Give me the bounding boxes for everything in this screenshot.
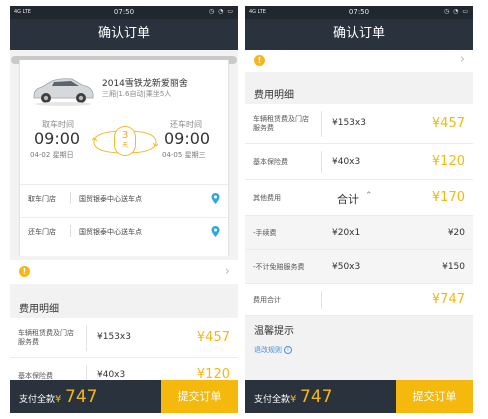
battery-icon: ▭ bbox=[227, 8, 234, 15]
divider bbox=[86, 325, 87, 351]
fee-subrow-waiver: -不计免赔服务费 ¥50x3 ¥150 bbox=[245, 250, 473, 284]
fee-value: 合计 bbox=[337, 193, 359, 206]
submit-order-button[interactable]: 提交订单 bbox=[161, 380, 238, 413]
currency-symbol: ¥ bbox=[55, 394, 62, 405]
pay-label: 支付全款¥ bbox=[19, 392, 61, 405]
wifi-icon: ◔ bbox=[218, 8, 225, 15]
location-pin-icon[interactable] bbox=[211, 226, 220, 237]
fee-amount: ¥457 bbox=[196, 330, 230, 345]
right-phone-screen: 4G LTE 07:50 ◷ ◔ ▭ 确认订单 ! › 费用明细 车辆租赁费及门… bbox=[245, 6, 473, 413]
pay-amount: 747 bbox=[300, 387, 333, 407]
fee-name: 基本保险费 bbox=[253, 158, 288, 166]
warning-icon: ! bbox=[254, 55, 265, 66]
rental-period: 取车时间 09:00 04-02 星期日 3 天 还车时间 09:00 04-0… bbox=[20, 119, 228, 179]
checkout-bar: 支付全款¥ 747 提交订单 bbox=[245, 380, 473, 413]
chevron-right-icon[interactable]: › bbox=[460, 52, 465, 67]
rental-days: 3 bbox=[121, 130, 129, 141]
car-name: 2014雪铁龙新爱丽舍 bbox=[102, 79, 188, 89]
fee-value: ¥50x3 bbox=[332, 262, 361, 272]
return-date: 04-05 星期三 bbox=[162, 151, 206, 159]
return-store-row[interactable]: 还车门店 国贸银泰中心送车点 bbox=[20, 217, 228, 243]
wifi-icon: ◔ bbox=[453, 8, 460, 15]
alarm-icon: ◷ bbox=[443, 8, 451, 15]
fee-name: -不计免赔服务费 bbox=[253, 263, 305, 271]
submit-order-button[interactable]: 提交订单 bbox=[396, 380, 473, 413]
notice-bar[interactable]: ! › bbox=[10, 260, 238, 284]
battery-icon: ▭ bbox=[462, 8, 469, 15]
fee-name: 车辆租赁费及门店服务费 bbox=[253, 115, 309, 132]
rental-days-unit: 天 bbox=[121, 142, 128, 149]
currency-symbol: ¥ bbox=[290, 394, 297, 405]
fee-name: 费用合计 bbox=[253, 296, 281, 304]
car-image bbox=[33, 78, 94, 106]
pickup-time: 09:00 bbox=[34, 129, 81, 148]
notice-bar[interactable]: ! › bbox=[245, 50, 473, 72]
fee-value: ¥40x3 bbox=[97, 370, 126, 380]
fee-section-header: 费用明细 bbox=[10, 292, 238, 318]
divider bbox=[321, 291, 322, 309]
status-time: 07:50 bbox=[113, 8, 135, 16]
chevron-right-icon[interactable]: › bbox=[225, 264, 230, 279]
fee-name: 其他费用 bbox=[253, 194, 281, 202]
pickup-store-label: 取车门店 bbox=[28, 195, 56, 203]
pay-label-text: 支付全款 bbox=[19, 395, 56, 405]
ticket-card: 2014雪铁龙新爱丽舍 三厢|1.6自动|乘坐5人 取车时间 09:00 04-… bbox=[19, 60, 229, 256]
status-icons: ◷ ◔ ▭ bbox=[444, 8, 469, 15]
info-icon: i bbox=[284, 346, 292, 354]
refund-rules-text: 退改规则 bbox=[254, 346, 282, 354]
divider bbox=[70, 225, 71, 237]
return-store-label: 还车门店 bbox=[28, 228, 56, 236]
fee-amount: ¥150 bbox=[442, 262, 465, 272]
car-spec: 三厢|1.6自动|乘坐5人 bbox=[102, 90, 172, 98]
fee-row-rental: 车辆租赁费及门店服务费 ¥153x3 ¥457 bbox=[10, 318, 238, 358]
fee-row-insurance: 基本保险费 ¥40x3 ¥120 bbox=[245, 144, 473, 180]
location-pin-icon[interactable] bbox=[211, 193, 220, 204]
tips-title: 温馨提示 bbox=[254, 326, 294, 337]
fee-value: ¥40x3 bbox=[332, 157, 361, 167]
divider bbox=[70, 192, 71, 204]
pickup-store-value: 国贸银泰中心送车点 bbox=[79, 195, 142, 203]
checkout-bar: 支付全款¥ 747 提交订单 bbox=[10, 380, 238, 413]
fee-amount: ¥20 bbox=[447, 228, 465, 238]
fee-value: ¥20x1 bbox=[332, 228, 361, 238]
fee-section-title: 费用明细 bbox=[19, 304, 59, 315]
fee-amount: ¥457 bbox=[431, 116, 465, 131]
refund-rules-link[interactable]: 退改规则 i bbox=[254, 345, 292, 355]
fee-section-title: 费用明细 bbox=[254, 90, 294, 101]
rental-days-badge: 3 天 bbox=[114, 126, 136, 156]
left-phone-screen: 4G LTE 07:50 ◷ ◔ ▭ 确认订单 2014雪铁龙新爱丽舍 三厢|1… bbox=[10, 6, 238, 413]
pickup-store-row[interactable]: 取车门店 国贸银泰中心送车点 bbox=[20, 184, 228, 210]
status-icons: ◷ ◔ ▭ bbox=[209, 8, 234, 15]
warning-icon: ! bbox=[19, 266, 30, 277]
fee-row-total: 费用合计 ¥747 bbox=[245, 284, 473, 316]
page-title: 确认订单 bbox=[10, 19, 238, 50]
status-time: 07:50 bbox=[348, 8, 370, 16]
fee-amount: ¥120 bbox=[431, 154, 465, 169]
alarm-icon: ◷ bbox=[208, 8, 216, 15]
divider bbox=[321, 151, 322, 173]
fee-value: ¥153x3 bbox=[332, 118, 366, 128]
fee-amount: ¥170 bbox=[431, 190, 465, 205]
fee-amount: ¥747 bbox=[431, 292, 465, 307]
fee-row-rental: 车辆租赁费及门店服务费 ¥153x3 ¥457 bbox=[245, 104, 473, 144]
pickup-date: 04-02 星期日 bbox=[30, 151, 74, 159]
pay-amount: 747 bbox=[65, 387, 98, 407]
divider bbox=[321, 111, 322, 137]
pay-label: 支付全款¥ bbox=[254, 392, 296, 405]
pay-label-text: 支付全款 bbox=[254, 395, 291, 405]
order-summary-card: 2014雪铁龙新爱丽舍 三厢|1.6自动|乘坐5人 取车时间 09:00 04-… bbox=[10, 50, 238, 260]
chevron-up-icon[interactable]: ⌃ bbox=[365, 191, 373, 201]
fee-subrow-handling: -手续费 ¥20x1 ¥20 bbox=[245, 216, 473, 250]
fee-row-other[interactable]: 其他费用 合计 ⌃ ¥170 bbox=[245, 180, 473, 216]
fee-section-header: 费用明细 bbox=[245, 78, 473, 104]
return-time: 09:00 bbox=[164, 129, 211, 148]
return-store-value: 国贸银泰中心送车点 bbox=[79, 228, 142, 236]
status-bar: 4G LTE 07:50 ◷ ◔ ▭ bbox=[245, 6, 473, 19]
fee-name: -手续费 bbox=[253, 229, 277, 237]
fee-value: ¥153x3 bbox=[97, 332, 131, 342]
page-title: 确认订单 bbox=[245, 19, 473, 50]
status-bar: 4G LTE 07:50 ◷ ◔ ▭ bbox=[10, 6, 238, 19]
fee-name: 车辆租赁费及门店服务费 bbox=[18, 329, 74, 346]
